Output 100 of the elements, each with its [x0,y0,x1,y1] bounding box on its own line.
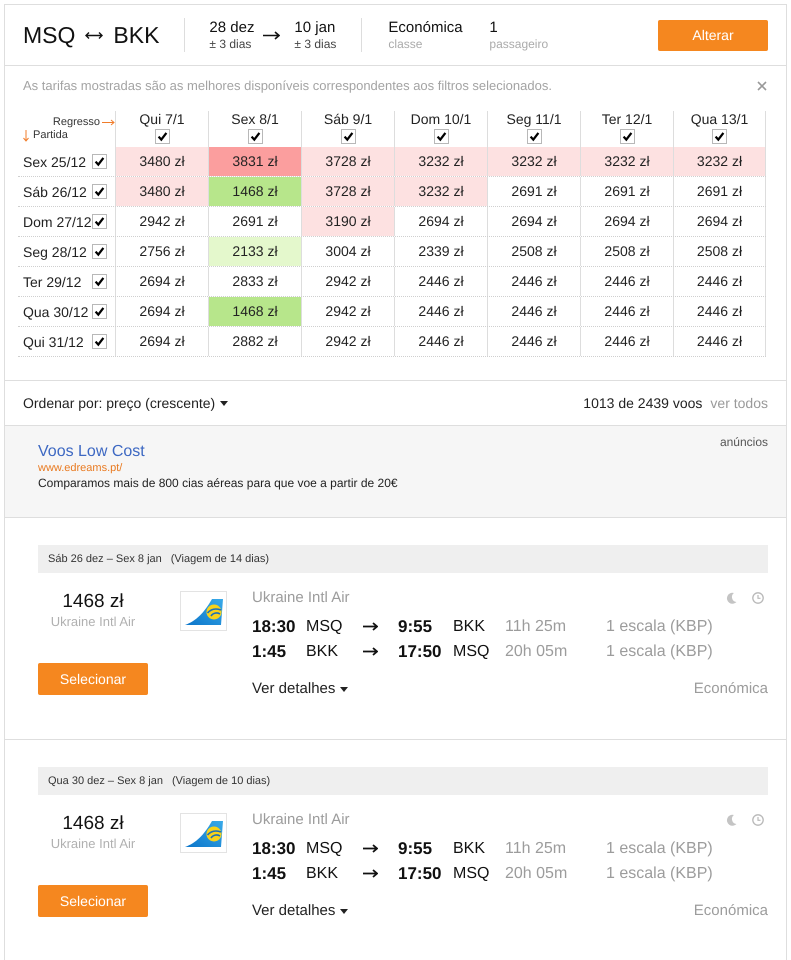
caret-down-icon [340,686,348,692]
cabin-class: Económica [388,19,464,37]
fare-cell[interactable]: 2446 zł [673,267,766,296]
fare-cell[interactable]: 2691 zł [580,177,673,206]
departure-time: 18:30 [252,616,296,636]
return-axis-label: Regresso [52,116,100,129]
tail-fin-logo-icon [180,813,227,853]
fare-cell[interactable]: 1468 zł [208,297,301,326]
return-date-column-header: Sex 8/1 [231,111,279,127]
close-icon[interactable] [757,81,767,91]
fare-cell[interactable]: 2446 zł [394,297,487,326]
checkbox[interactable] [92,244,107,259]
fare-cell[interactable]: 2694 zł [115,267,208,296]
fare-cell[interactable]: 3480 zł [115,177,208,206]
fare-cell[interactable]: 2446 zł [394,267,487,296]
fare-cell[interactable]: 2446 zł [580,327,673,356]
fare-cell[interactable]: 3004 zł [301,237,394,266]
checkbox[interactable] [526,129,542,144]
fare-cell[interactable]: 2942 zł [301,327,394,356]
fare-cell[interactable]: 2133 zł [208,237,301,266]
fare-cell[interactable]: 2691 zł [673,177,766,206]
fare-cell[interactable]: 2694 zł [673,207,766,236]
flight-duration: 11h 25m [505,616,568,636]
return-date: 10 jan [294,19,336,37]
passenger-label: passageiro [489,37,548,51]
fare-cell[interactable]: 2882 zł [208,327,301,356]
fare-cell[interactable]: 2339 zł [394,237,487,266]
details-toggle[interactable]: Ver detalhes [252,902,348,920]
checkbox[interactable] [434,129,448,144]
origin-airport: MSQ [306,838,344,858]
fare-cell[interactable]: 2942 zł [115,207,208,236]
fare-cell[interactable]: 2446 zł [487,267,580,296]
fare-cell[interactable]: 2694 zł [580,207,673,236]
checkbox[interactable] [92,214,107,229]
caret-down-icon [340,908,348,914]
fare-cell[interactable]: 2446 zł [673,297,766,326]
fare-cell[interactable]: 3831 zł [208,147,301,176]
fare-cell[interactable]: 3728 zł [301,147,394,176]
checkbox[interactable] [154,129,170,144]
arrival-time: 17:50 [398,642,442,662]
destination-airport: BKK [453,838,486,858]
caret-down-icon [220,400,228,406]
fare-cell[interactable]: 3232 zł [487,147,580,176]
origin-airport: BKK [306,642,340,662]
departure-date: 28 dez [209,19,256,37]
flight-duration: 11h 25m [505,838,568,858]
fare-cell[interactable]: 2508 zł [673,237,766,266]
fare-cell[interactable]: 2446 zł [394,327,487,356]
arrival-time: 17:50 [398,864,442,884]
fare-cell[interactable]: 3190 zł [301,207,394,236]
fare-cell[interactable]: 3232 zł [394,147,487,176]
fare-cell[interactable]: 2446 zł [487,297,580,326]
fare-cell[interactable]: 3232 zł [394,177,487,206]
checkbox[interactable] [712,129,727,144]
fare-cell[interactable]: 2942 zł [301,297,394,326]
destination-code: BKK [113,22,160,48]
fare-cell[interactable]: 2446 zł [580,267,673,296]
fare-cell[interactable]: 3480 zł [115,147,208,176]
checkbox[interactable] [92,304,107,319]
checkbox[interactable] [340,129,356,144]
checkbox[interactable] [92,184,107,199]
ad-description: Comparamos mais de 800 cias aéreas para que voe a partir de 20€ [38,475,398,491]
departure-date-row-header: Seg 28/12 [23,244,87,260]
fare-cell[interactable]: 2508 zł [487,237,580,266]
checkbox[interactable] [248,129,262,144]
fare-cell[interactable]: 2446 zł [673,327,766,356]
fare-cell[interactable]: 2694 zł [115,327,208,356]
trip-length: (Viagem de 10 dias) [172,774,270,788]
return-date-column-header: Seg 11/1 [506,111,562,127]
fare-cell[interactable]: 1468 zł [208,177,301,206]
fare-cell[interactable]: 2446 zł [580,297,673,326]
departure-date-row-header: Ter 29/12 [23,274,82,290]
results-count: 1013 de 2439 voos [583,394,702,412]
fare-cell[interactable]: 2694 zł [394,207,487,236]
fare-cell[interactable]: 2694 zł [487,207,580,236]
stops-info: 1 escala (KBP) [606,616,714,636]
fare-cell[interactable]: 2691 zł [487,177,580,206]
arrow-right-icon [363,647,378,656]
tail-fin-logo-icon [180,591,227,631]
fare-cell[interactable]: 2508 zł [580,237,673,266]
arrow-right-icon [263,30,280,40]
ad-title-link[interactable]: Voos Low Cost [38,442,398,462]
fare-cell[interactable]: 3728 zł [301,177,394,206]
cabin-class: Económica [694,902,768,920]
checkbox[interactable] [92,334,107,349]
checkbox[interactable] [92,274,107,289]
fare-cell[interactable]: 3232 zł [580,147,673,176]
price-airline: Ukraine Intl Air [50,836,136,852]
checkbox[interactable] [92,154,107,169]
stops-info: 1 escala (KBP) [606,864,714,884]
ad-url: www.edreams.pt/ [38,462,124,475]
checkbox[interactable] [620,129,634,144]
fare-cell[interactable]: 2942 zł [301,267,394,296]
fare-cell[interactable]: 3232 zł [673,147,766,176]
fare-cell[interactable]: 2833 zł [208,267,301,296]
details-toggle[interactable]: Ver detalhes [252,680,348,698]
sort-dropdown[interactable]: Ordenar por: preço (crescente) [23,392,228,414]
cabin-class-label: classe [388,37,424,51]
return-date-column-header: Dom 10/1 [410,111,472,127]
fare-cell[interactable]: 2446 zł [487,327,580,356]
